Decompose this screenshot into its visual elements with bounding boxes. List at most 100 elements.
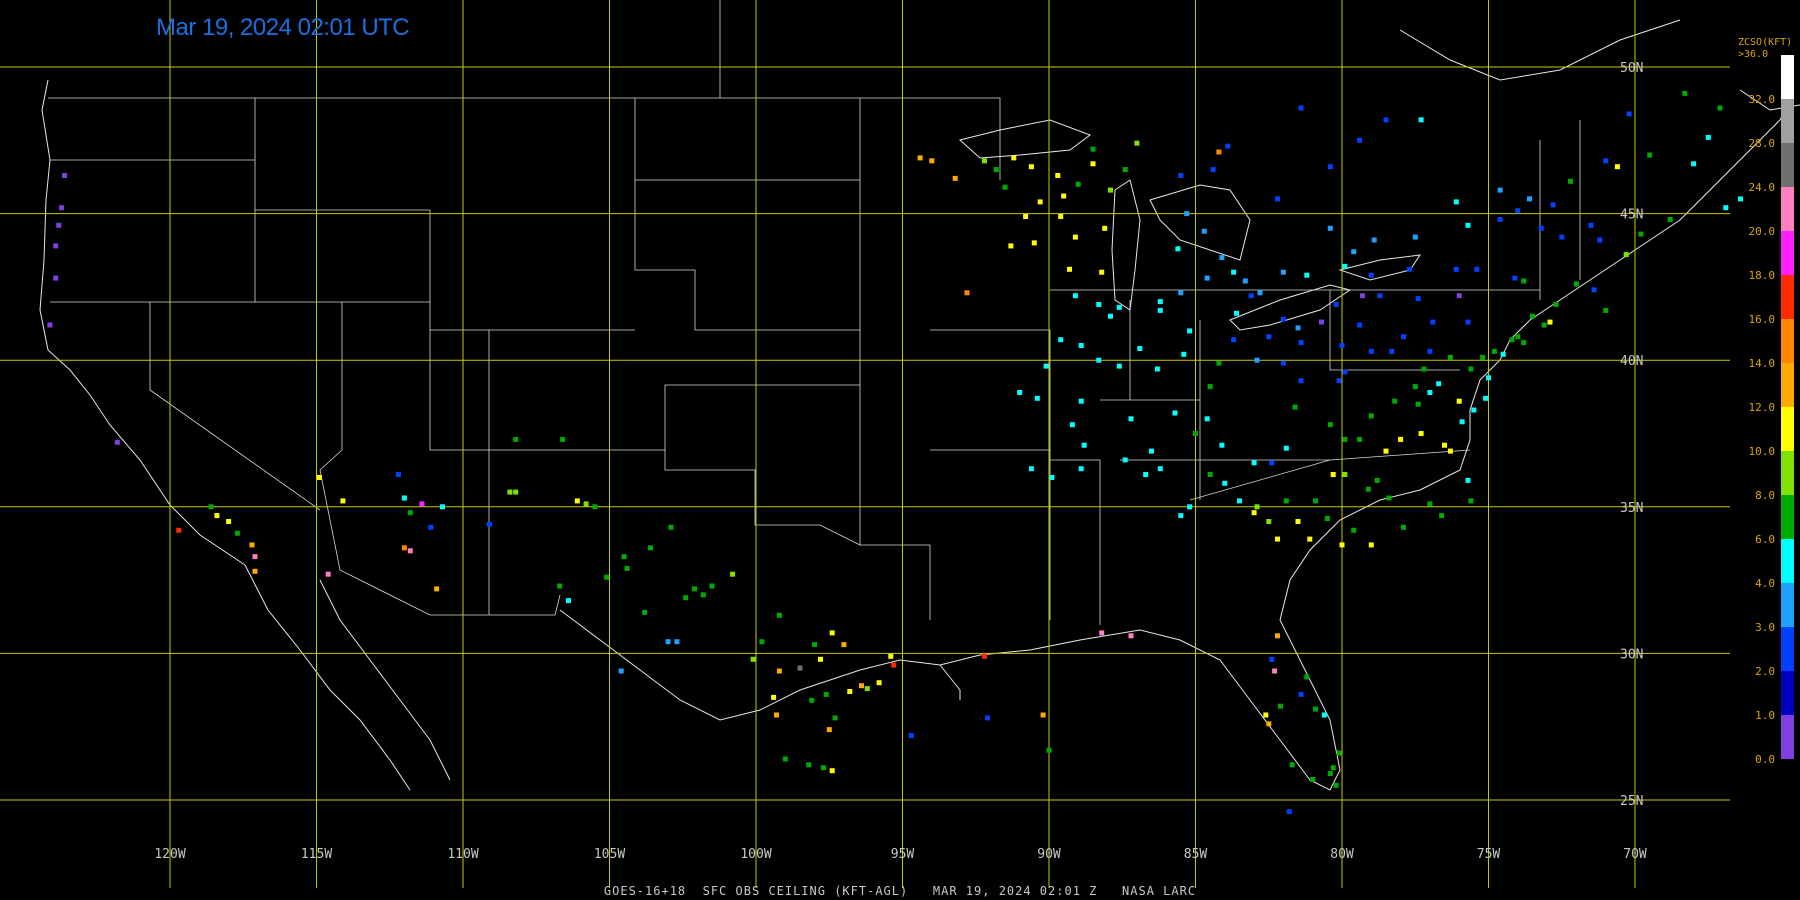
station-marker — [1028, 466, 1034, 472]
station-marker — [486, 521, 492, 527]
station-marker — [1365, 486, 1371, 492]
station-marker — [401, 545, 407, 551]
station-marker — [1143, 472, 1149, 477]
legend-value-label: 3.0 — [1755, 621, 1775, 634]
station-marker — [826, 727, 832, 733]
station-marker — [1512, 275, 1518, 281]
station-marker — [1278, 703, 1283, 709]
station-marker — [1682, 90, 1688, 96]
station-marker — [1023, 214, 1029, 219]
station-marker — [1049, 475, 1055, 480]
station-marker — [1128, 416, 1134, 422]
station-marker — [1204, 275, 1210, 281]
station-marker — [340, 498, 346, 504]
station-marker — [1116, 304, 1122, 310]
station-marker — [809, 697, 815, 703]
station-marker — [1040, 712, 1046, 718]
station-marker — [1116, 363, 1122, 369]
station-marker — [1371, 237, 1377, 243]
legend-value-label: 24.0 — [1748, 181, 1776, 194]
state-borders — [48, 0, 1581, 625]
station-marker — [1263, 712, 1269, 718]
lat-lon-grid — [0, 0, 1730, 888]
station-marker — [1412, 384, 1418, 390]
station-marker — [1154, 366, 1160, 372]
station-marker — [1280, 316, 1286, 322]
station-marker — [847, 689, 853, 694]
station-marker — [1108, 187, 1113, 193]
station-marker — [1122, 167, 1128, 173]
station-marker — [1298, 105, 1304, 111]
station-marker — [1108, 313, 1113, 319]
station-marker — [1298, 378, 1304, 384]
station-marker — [1327, 771, 1333, 777]
station-marker — [396, 472, 401, 477]
station-marker — [1184, 211, 1190, 217]
station-marker — [1327, 422, 1333, 428]
station-marker — [1436, 381, 1442, 387]
station-marker — [1046, 747, 1052, 753]
station-marker — [1406, 266, 1412, 272]
station-marker — [1465, 222, 1471, 228]
station-marker — [1421, 366, 1427, 372]
station-marker — [1553, 302, 1559, 307]
station-marker — [1128, 633, 1134, 639]
station-marker — [1453, 266, 1459, 272]
station-marker — [1415, 296, 1421, 302]
station-marker — [252, 568, 258, 574]
legend-value-label: 28.0 — [1748, 137, 1776, 150]
station-marker — [53, 243, 59, 249]
station-marker — [1357, 137, 1363, 143]
station-marker — [1626, 111, 1632, 117]
legend-color-bar — [1781, 55, 1794, 759]
legend-swatch — [1781, 539, 1794, 583]
station-marker — [982, 653, 987, 659]
station-marker — [1357, 322, 1363, 328]
station-marker — [1257, 290, 1263, 296]
legend-swatch — [1781, 495, 1794, 539]
station-marker — [1067, 266, 1072, 272]
station-marker — [1157, 466, 1163, 472]
station-marker — [1058, 214, 1064, 219]
station-marker — [1465, 319, 1471, 325]
lon-label: 85W — [1184, 847, 1208, 862]
station-marker — [440, 504, 445, 510]
station-marker — [1465, 477, 1471, 483]
station-marker — [1330, 472, 1336, 477]
station-marker — [214, 513, 220, 519]
station-marker — [1072, 293, 1078, 299]
station-marker — [1521, 278, 1527, 284]
station-marker — [1081, 442, 1087, 448]
station-marker — [1248, 293, 1254, 299]
station-marker — [1102, 225, 1108, 231]
station-marker — [59, 205, 65, 211]
weather-map: 120W 115W 110W 105W 100W 95W 90W 85W 80W 75W 70W 50… — [0, 0, 1800, 888]
station-marker — [1307, 536, 1313, 542]
lat-label: 40N — [1620, 354, 1643, 369]
legend-value-label: 8.0 — [1755, 489, 1775, 502]
station-marker — [1295, 519, 1301, 524]
legend-value-label: 32.0 — [1748, 93, 1776, 106]
station-marker — [1099, 269, 1105, 275]
station-marker — [1122, 457, 1128, 463]
station-marker — [888, 653, 894, 659]
station-marker — [1497, 217, 1503, 222]
station-marker — [1172, 410, 1178, 416]
station-marker — [1597, 237, 1603, 243]
station-marker — [700, 592, 706, 598]
station-marker — [1333, 782, 1339, 788]
station-marker — [1037, 199, 1043, 205]
station-marker — [1377, 293, 1383, 299]
station-marker — [1310, 777, 1316, 782]
station-marker — [407, 548, 413, 554]
station-marker — [1603, 307, 1609, 313]
station-marker — [1319, 319, 1324, 325]
station-marker — [1500, 351, 1506, 357]
station-marker — [1099, 630, 1105, 636]
station-marker — [1541, 322, 1547, 328]
legend-swatch — [1781, 363, 1794, 407]
station-marker — [1401, 524, 1406, 530]
station-marker — [1401, 334, 1406, 340]
lon-label: 80W — [1330, 847, 1354, 862]
legend-value-label: 20.0 — [1748, 225, 1776, 238]
